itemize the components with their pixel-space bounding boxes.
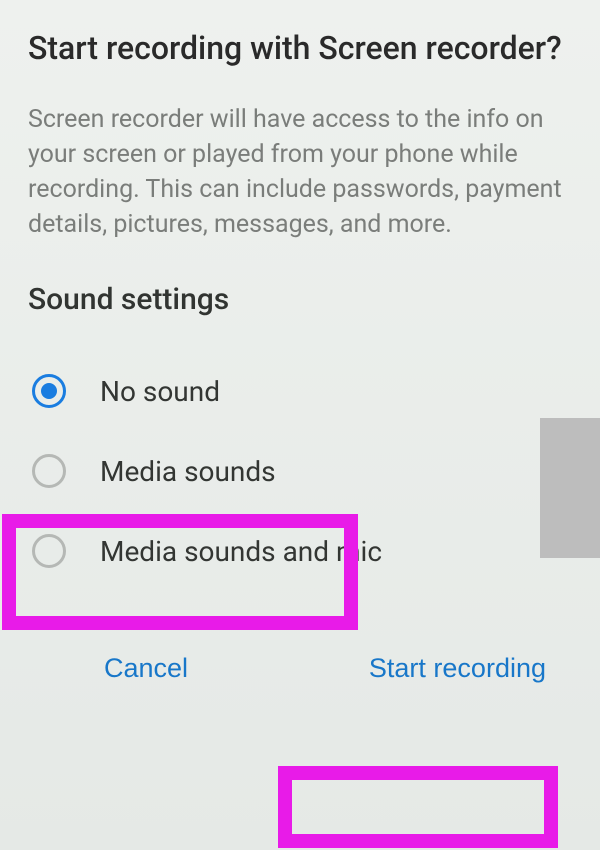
radio-media-sounds[interactable]: Media sounds [32, 431, 572, 511]
radio-label-media-sounds: Media sounds [100, 455, 276, 488]
dialog-description: Screen recorder will have access to the … [28, 102, 572, 242]
radio-icon [32, 534, 66, 568]
start-recording-button[interactable]: Start recording [349, 639, 566, 698]
radio-dot-icon [41, 383, 57, 399]
cancel-button[interactable]: Cancel [84, 639, 208, 698]
dialog-actions: Cancel Start recording [28, 639, 572, 698]
sound-settings-header: Sound settings [28, 282, 572, 317]
radio-no-sound[interactable]: No sound [32, 351, 572, 431]
radio-label-media-mic: Media sounds and mic [100, 535, 382, 568]
radio-media-mic[interactable]: Media sounds and mic [32, 511, 572, 591]
radio-icon [32, 374, 66, 408]
radio-label-no-sound: No sound [100, 375, 220, 408]
sound-options-group: No sound Media sounds Media sounds and m… [28, 351, 572, 591]
screen-recorder-dialog: Start recording with Screen recorder? Sc… [0, 0, 600, 850]
dialog-title: Start recording with Screen recorder? [28, 28, 572, 68]
radio-icon [32, 454, 66, 488]
